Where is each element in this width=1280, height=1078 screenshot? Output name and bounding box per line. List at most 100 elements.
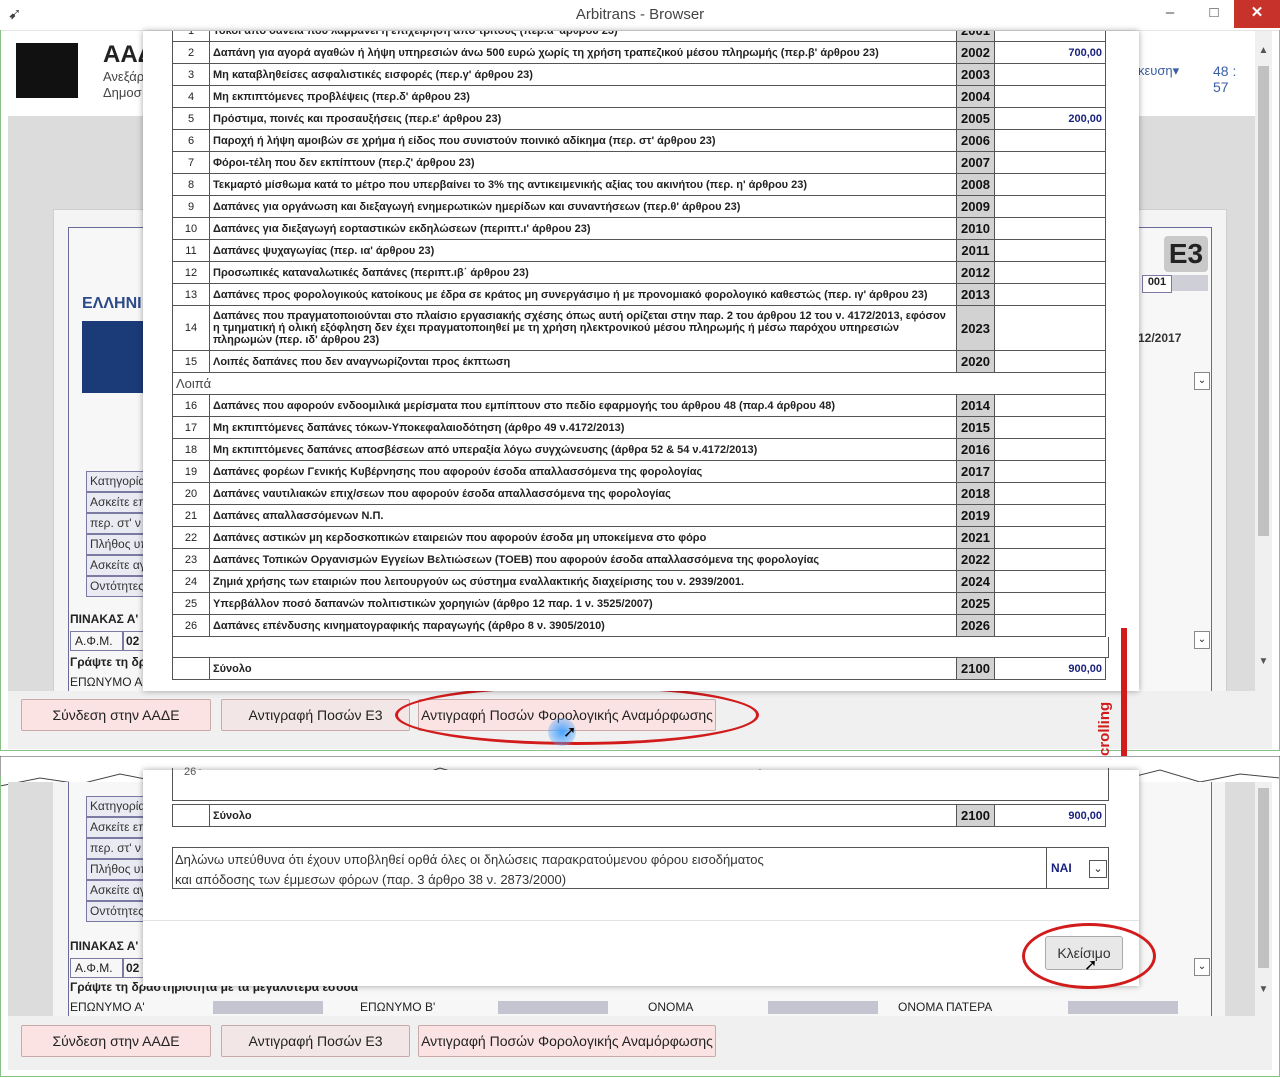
table-row: 8 Τεκμαρτό μίσθωμα κατά το μέτρο που υπερ… xyxy=(172,173,1106,196)
cell-n: 13 xyxy=(172,283,210,306)
cell-n: 8 xyxy=(172,173,210,196)
table-row: 7 Φόροι-τέλη που δεν εκπίπτουν (περ.ζ' άρ… xyxy=(172,151,1106,174)
cell-code: 2022 xyxy=(956,548,995,571)
cell-n: 7 xyxy=(172,151,210,174)
table-row: 17 Μη εκπιπτόμενες δαπάνες τόκων-Υποκεφαλ… xyxy=(172,416,1106,439)
cell-value[interactable] xyxy=(994,570,1106,593)
table-row: 2 Δαπάνη για αγορά αγαθών ή λήψη υπηρεσιώ… xyxy=(172,41,1106,64)
cell-code: 2005 xyxy=(956,107,995,130)
cell-value[interactable]: 700,00 xyxy=(994,41,1106,64)
cell-code: 2015 xyxy=(956,416,995,439)
table-row: 16 Δαπάνες που αφορούν ενδοομιλικά μερίσμ… xyxy=(172,395,1106,417)
cell-value[interactable] xyxy=(994,239,1106,262)
cell-code: 2003 xyxy=(956,63,995,86)
cell-desc: Δαπάνη για αγορά αγαθών ή λήψη υπηρεσιών… xyxy=(209,41,957,64)
cell-desc: Δαπάνες που αφορούν ενδοομιλικά μερίσματ… xyxy=(209,395,957,417)
cell-code: 2011 xyxy=(956,239,995,262)
maximize-button[interactable]: □ xyxy=(1194,0,1234,28)
cell-n: 21 xyxy=(172,504,210,527)
cell-value[interactable] xyxy=(994,85,1106,108)
cell-value[interactable] xyxy=(994,548,1106,571)
cell-n: 15 xyxy=(172,350,210,373)
cell-desc: Τεκμαρτό μίσθωμα κατά το μέτρο που υπερβ… xyxy=(209,173,957,196)
cell-code: 2020 xyxy=(956,350,995,373)
cell-value[interactable] xyxy=(994,350,1106,373)
table-row: 13 Δαπάνες προς φορολογικούς κατοίκους με… xyxy=(172,283,1106,306)
cell-code: 2021 xyxy=(956,526,995,549)
cell-value[interactable]: 200,00 xyxy=(994,107,1106,130)
cell-value[interactable] xyxy=(994,261,1106,284)
window-titlebar: ➹ Arbitrans - Browser ‒ □ ✕ xyxy=(0,0,1280,31)
cell-desc: Μη εκπιπτόμενες προβλέψεις (περ.δ' άρθρο… xyxy=(209,85,957,108)
cell-value[interactable] xyxy=(994,283,1106,306)
cell-n: 11 xyxy=(172,239,210,262)
table-row: 25 Υπερβάλλον ποσό δαπανών πολιτιστικών χ… xyxy=(172,592,1106,615)
cell-code: 2026 xyxy=(956,614,995,637)
cell-desc: Δαπάνες επένδυσης κινηματογραφικής παραγ… xyxy=(209,614,957,637)
cell-n: 16 xyxy=(172,395,210,417)
cell-n: 19 xyxy=(172,460,210,483)
cell-code: 2007 xyxy=(956,151,995,174)
table-row: 5 Πρόστιμα, ποινές και προσαυξήσεις (περ.… xyxy=(172,107,1106,130)
spacer-row xyxy=(172,637,1109,658)
cell-code: 2018 xyxy=(956,482,995,505)
cell-n: 2 xyxy=(172,41,210,64)
cell-value[interactable] xyxy=(994,614,1106,637)
table-row: 18 Μη εκπιπτόμενες δαπάνες αποσβέσεων από… xyxy=(172,438,1106,461)
cell-code: 2006 xyxy=(956,129,995,152)
cell-value[interactable] xyxy=(994,416,1106,439)
cell-code: 2016 xyxy=(956,438,995,461)
cell-value[interactable] xyxy=(994,504,1106,527)
cell-n: 6 xyxy=(172,129,210,152)
table-row: 9 Δαπάνες για οργάνωση και διεξαγωγή ενημ… xyxy=(172,195,1106,218)
cell-desc: Δαπάνες που πραγματοποιούνται στο πλαίσι… xyxy=(209,305,957,351)
cell-desc: Ζημιά χρήσης των εταιριών που λειτουργού… xyxy=(209,570,957,593)
cell-desc: Προσωπικές καταναλωτικές δαπάνες (περιπτ… xyxy=(209,261,957,284)
cell-value[interactable] xyxy=(994,129,1106,152)
table-row: 23 Δαπάνες Τοπικών Οργανισμών Εγγείων Βελ… xyxy=(172,548,1106,571)
table-row: 10 Δαπάνες για διεξαγωγή εορταστικών εκδη… xyxy=(172,217,1106,240)
table-row: 20 Δαπάνες ναυτιλιακών επιχ/σεων που αφορ… xyxy=(172,482,1106,505)
table-row: 21 Δαπάνες απαλλασσόμενων Ν.Π. 2019 xyxy=(172,504,1106,527)
table-row: 26 Δαπάνες επένδυσης κινηματογραφικής παρ… xyxy=(172,614,1106,637)
cell-desc: Δαπάνες ναυτιλιακών επιχ/σεων που αφορού… xyxy=(209,482,957,505)
cell-desc: Δαπάνες για διεξαγωγή εορταστικών εκδηλώ… xyxy=(209,217,957,240)
cell-n: 17 xyxy=(172,416,210,439)
cell-desc: Φόροι-τέλη που δεν εκπίπτουν (περ.ζ' άρθ… xyxy=(209,151,957,174)
cell-value[interactable] xyxy=(994,173,1106,196)
cell-value[interactable] xyxy=(994,438,1106,461)
cell-desc: Μη εκπιπτόμενες δαπάνες τόκων-Υποκεφαλαι… xyxy=(209,416,957,439)
cell-value[interactable] xyxy=(994,63,1106,86)
cell-n: 3 xyxy=(172,63,210,86)
cell-desc: Μη εκπιπτόμενες δαπάνες αποσβέσεων από υ… xyxy=(209,438,957,461)
reform-table: 1 Τόκοι από δάνεια που λαμβάνει η επιχεί… xyxy=(172,31,1109,680)
cell-value[interactable] xyxy=(994,482,1106,505)
window-title: Arbitrans - Browser xyxy=(575,6,705,23)
cell-desc: Πρόστιμα, ποινές και προσαυξήσεις (περ.ε… xyxy=(209,107,957,130)
cell-value[interactable] xyxy=(994,526,1106,549)
cell-value[interactable] xyxy=(994,395,1106,417)
cell-value[interactable] xyxy=(994,151,1106,174)
close-window-button[interactable]: ✕ xyxy=(1234,0,1280,28)
cell-code: 2002 xyxy=(956,41,995,64)
reform-modal: 1 Τόκοι από δάνεια που λαμβάνει η επιχεί… xyxy=(143,31,1139,691)
cell-desc: Δαπάνες φορέων Γενικής Κυβέρνησης που αφ… xyxy=(209,460,957,483)
cell-value[interactable] xyxy=(994,217,1106,240)
table-row: 14 Δαπάνες που πραγματοποιούνται στο πλαί… xyxy=(172,305,1106,351)
cell-desc: Δαπάνες Τοπικών Οργανισμών Εγγείων Βελτι… xyxy=(209,548,957,571)
cell-value[interactable] xyxy=(994,592,1106,615)
cell-n: 10 xyxy=(172,217,210,240)
cell-value[interactable] xyxy=(994,305,1106,351)
cell-n: 26 xyxy=(172,614,210,637)
cell-code: 2024 xyxy=(956,570,995,593)
cell-desc: Δαπάνες για οργάνωση και διεξαγωγή ενημε… xyxy=(209,195,957,218)
cell-value[interactable] xyxy=(994,460,1106,483)
cell-value[interactable] xyxy=(994,195,1106,218)
cell-n: 23 xyxy=(172,548,210,571)
minimize-button[interactable]: ‒ xyxy=(1150,0,1190,28)
window-frame-lower xyxy=(0,776,1280,1077)
cell-desc: Δαπάνες ψυχαγωγίας (περ. ια' άρθρου 23) xyxy=(209,239,957,262)
section-other-label: Λοιπά xyxy=(172,373,1106,395)
cell-n: 5 xyxy=(172,107,210,130)
cell-n: 18 xyxy=(172,438,210,461)
